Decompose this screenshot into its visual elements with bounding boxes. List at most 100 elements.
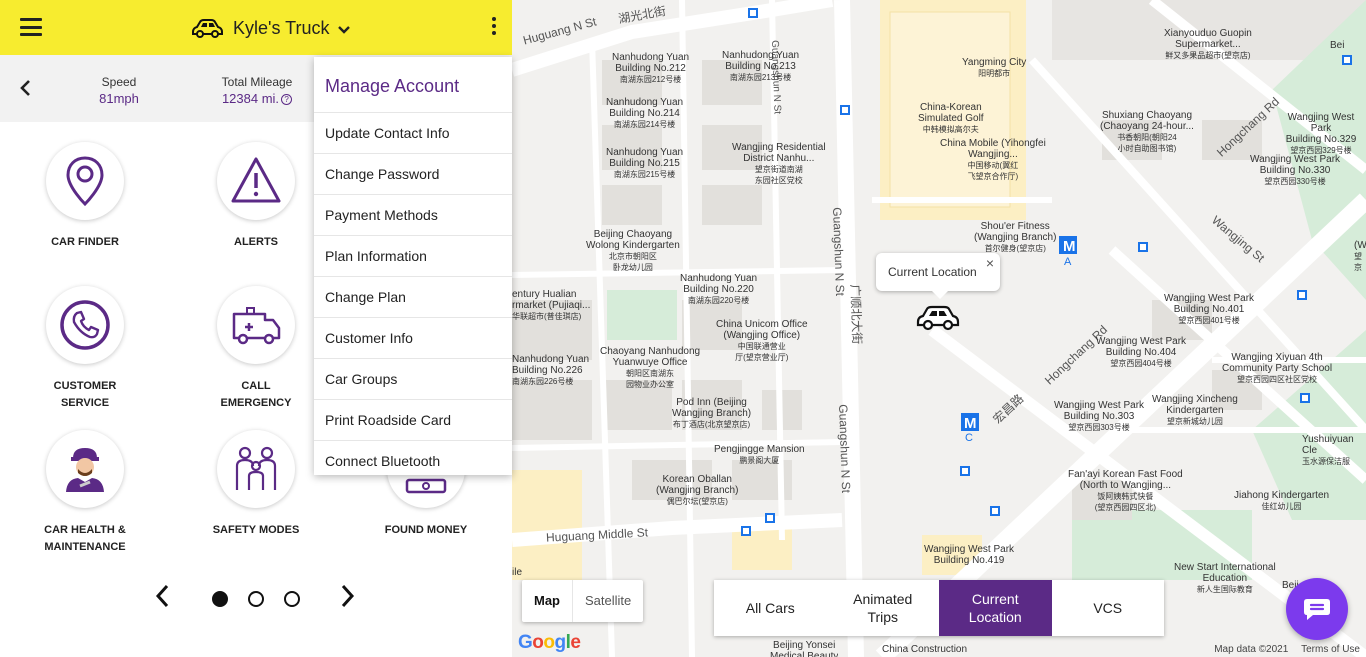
poi-name-cn: 布丁酒店(北京望京店) (672, 420, 751, 429)
poi-name-cn: 偶巴尔坛(望京店) (666, 497, 728, 506)
menu-item-print-roadside-card[interactable]: Print Roadside Card (314, 399, 512, 440)
tile-alerts[interactable]: ALERTS (186, 142, 326, 251)
poi-name-cn: 鹏景阁大厦 (739, 456, 780, 465)
poi-name-cn: 华联超市(普佳琪店) (512, 312, 582, 321)
tile-safety-modes[interactable]: SAFETY MODES (186, 430, 326, 539)
poi-name: Korean Oballan (Wangjing Branch) (656, 474, 739, 496)
poi-name: Yushuiyuan Cle (1302, 434, 1354, 456)
poi-name-cn: 中国移动(翼红 飞望京合作厅) (967, 161, 1019, 181)
poi-name: Wangjing West Park Building No.303 (1054, 400, 1145, 422)
mileage-label: Total Mileage (221, 75, 293, 89)
tile-label: ALERTS (234, 236, 278, 248)
menu-item-change-plan[interactable]: Change Plan (314, 276, 512, 317)
poi-label: New Start International Education 新人生国际教育 (1174, 562, 1276, 595)
poi-label: Wangjing Xincheng Kindergarten 望京新城幼儿园 (1152, 394, 1238, 427)
poi-name-cn: 望京西园330号楼 (1264, 177, 1326, 186)
warning-icon (231, 157, 281, 203)
poi-name-cn: 阳明都市 (978, 69, 1011, 78)
poi-name-cn: 望京街道南湖 东园社区党校 (754, 165, 803, 185)
poi-name: entury Hualian rmarket (Pujiaqi... (512, 289, 591, 311)
terms-link[interactable]: Terms of Use (1301, 644, 1360, 655)
poi-name-cn: 南湖东园215号楼 (613, 170, 676, 179)
menu-item-change-password[interactable]: Change Password (314, 153, 512, 194)
hamburger-icon[interactable] (20, 18, 42, 36)
poi-label: Chaoyang Nanhudong Yuanwuye Office 朝阳区南湖东… (600, 346, 700, 390)
poi-name: Shuxiang Chaoyang (Chaoyang 24-hour... (1100, 110, 1194, 132)
mileage-value: 12384 mi. (221, 91, 280, 106)
poi-name-cn: 南湖东园214号楼 (613, 120, 676, 129)
vehicle-name: Kyle's Truck (233, 17, 330, 38)
page-dot-1[interactable] (212, 591, 228, 607)
metro-label: C (965, 432, 973, 444)
poi-label: Bei (1330, 40, 1345, 51)
poi-name-cn: 朝阳区南湖东 园物业办公室 (626, 369, 675, 389)
poi-label: Wangjing Xiyuan 4th Community Party Scho… (1222, 352, 1332, 385)
tile-circle (217, 142, 295, 220)
metro-label: A (1064, 256, 1072, 268)
tile-label: FOUND MONEY (384, 524, 468, 536)
tab-animated-trips[interactable]: Animated Trips (827, 580, 940, 636)
poi-name: Jiahong Kindergarten (1234, 490, 1330, 501)
page-dot-2[interactable] (248, 591, 264, 607)
mechanic-icon (66, 448, 104, 492)
manage-account-menu: Manage Account Update Contact Info Chang… (314, 57, 512, 475)
menu-item-connect-bluetooth[interactable]: Connect Bluetooth (314, 440, 512, 481)
poi-label: Beijing Yonsei Medical Beauty (770, 640, 839, 657)
help-icon[interactable]: ? (281, 94, 293, 105)
menu-item-payment-methods[interactable]: Payment Methods (314, 194, 512, 235)
poi-name-cn: 望京西园401号楼 (1178, 316, 1240, 325)
map-footer: Map data ©2021 Terms of Use (1204, 644, 1360, 655)
map-type-map[interactable]: Map (522, 580, 573, 622)
svg-text:M: M (1063, 238, 1076, 255)
menu-item-plan-information[interactable]: Plan Information (314, 235, 512, 276)
page-dot-3[interactable] (284, 591, 300, 607)
poi-name: Chaoyang Nanhudong Yuanwuye Office (600, 346, 701, 368)
poi-name: Nanhudong Yuan Building No.220 (680, 273, 758, 295)
tile-label: CAR HEALTH & MAINTENANCE (44, 524, 126, 553)
map-type-satellite[interactable]: Satellite (573, 580, 643, 622)
poi-name-cn: 鲜又多果品超市(望京店) (1165, 51, 1251, 60)
poi-name-cn: 南湖东园212号楼 (619, 75, 682, 84)
poi-label: Beijing Chaoyang Wolong Kindergarten 北京市朝… (586, 229, 680, 273)
chat-button[interactable] (1286, 578, 1348, 640)
tile-car-health[interactable]: CAR HEALTH & MAINTENANCE (15, 430, 155, 556)
close-icon[interactable]: × (986, 255, 994, 271)
chevron-down-icon (338, 25, 351, 34)
menu-item-update-contact[interactable]: Update Contact Info (314, 112, 512, 153)
poi-label: Shou'er Fitness (Wangjing Branch) 首尔健身(望京… (974, 221, 1056, 254)
menu-item-customer-info[interactable]: Customer Info (314, 317, 512, 358)
poi-name: Nanhudong Yuan Building No.215 (606, 147, 684, 169)
poi-name: China Mobile (Yihongfei Wangjing... (940, 138, 1046, 160)
tile-customer-service[interactable]: CUSTOMER SERVICE (15, 286, 155, 412)
menu-item-car-groups[interactable]: Car Groups (314, 358, 512, 399)
tab-all-cars[interactable]: All Cars (714, 580, 827, 636)
tile-circle (46, 430, 124, 508)
kebab-icon[interactable] (488, 17, 500, 39)
poi-name-cn: 南湖东园226号楼 (512, 377, 574, 386)
vehicle-selector[interactable]: Kyle's Truck (190, 14, 351, 42)
poi-label: China Construction (882, 644, 968, 655)
car-marker-icon[interactable] (915, 303, 961, 331)
poi-name: Shou'er Fitness (Wangjing Branch) (974, 221, 1057, 243)
poi-label: China Mobile (Yihongfei Wangjing... 中国移动(… (940, 138, 1046, 182)
poi-label: Wangjing West Park Building No.329 望京西园32… (1276, 112, 1366, 156)
poi-name: Nanhudong Yuan Building No.226 (512, 354, 590, 376)
chevron-left-icon[interactable] (18, 79, 32, 97)
tile-label: CUSTOMER SERVICE (53, 380, 117, 409)
poi-label: Wangjing Residential District Nanhu... 望京… (732, 142, 826, 186)
tile-call-emergency[interactable]: CALL EMERGENCY (186, 286, 326, 412)
chevron-left-icon[interactable] (154, 584, 170, 608)
poi-label: Wangjing West Park Building No.419 (924, 544, 1015, 566)
poi-name-cn: 望京西园303号楼 (1068, 423, 1130, 432)
poi-label: (W 望京 (1354, 240, 1366, 273)
tab-vcs[interactable]: VCS (1052, 580, 1165, 636)
chevron-right-icon[interactable] (340, 584, 356, 608)
poi-label: Nanhudong Yuan Building No.214 南湖东园214号楼 (606, 97, 683, 130)
map-view[interactable]: M M Huguang N St 湖光北街 Guangshun N St Gua… (512, 0, 1366, 657)
tile-car-finder[interactable]: CAR FINDER (15, 142, 155, 251)
poi-label: Xianyouduo Guopin Supermarket... 鲜又多果品超市(… (1164, 28, 1252, 61)
poi-label: Nanhudong Yuan Building No.226 南湖东园226号楼 (512, 354, 589, 387)
poi-label: ile (512, 567, 523, 578)
tab-current-location[interactable]: Current Location (939, 580, 1052, 636)
poi-name-cn: 中韩模拟高尔夫 (922, 125, 979, 134)
